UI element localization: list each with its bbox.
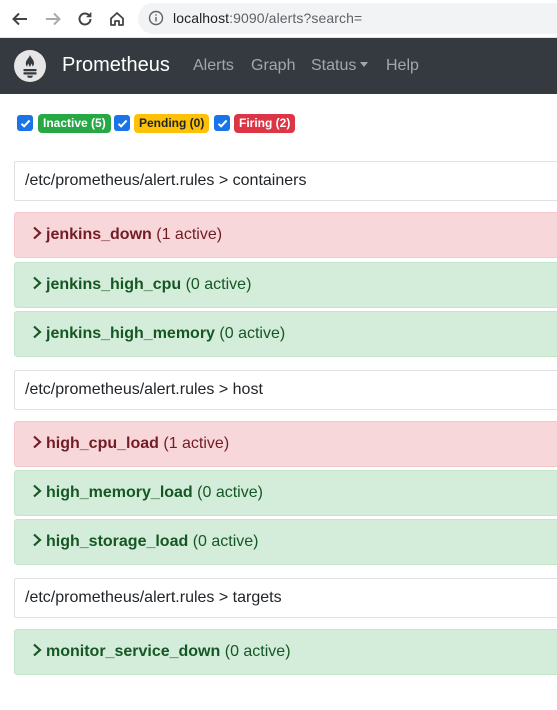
prometheus-logo-icon[interactable] — [14, 50, 46, 82]
chevron-right-icon — [33, 533, 42, 547]
inactive-badge[interactable]: Inactive (5) — [38, 114, 111, 133]
back-button[interactable] — [7, 6, 33, 32]
chevron-right-icon — [33, 484, 42, 498]
alert-rule-row[interactable]: monitor_service_down (0 active) — [14, 629, 557, 675]
alert-rule-row[interactable]: jenkins_down (1 active) — [14, 212, 557, 258]
address-bar[interactable]: localhost:9090/alerts?search= — [138, 3, 557, 34]
arrow-left-icon — [12, 12, 27, 26]
chevron-right-icon — [33, 325, 42, 339]
nav-help[interactable]: Help — [386, 57, 419, 75]
alert-name: high_storage_load — [46, 533, 189, 550]
alert-active-count: (1 active) — [156, 226, 223, 243]
info-icon[interactable] — [148, 10, 164, 26]
nav-status-dropdown[interactable]: Status — [311, 57, 369, 75]
checkmark-icon — [117, 119, 127, 128]
pending-badge[interactable]: Pending (0) — [134, 114, 210, 133]
caret-down-icon — [360, 62, 369, 67]
browser-toolbar: localhost:9090/alerts?search= — [0, 0, 557, 38]
url-path: :9090/alerts?search= — [229, 10, 363, 26]
pending-checkbox[interactable] — [114, 115, 130, 131]
url-text[interactable]: localhost:9090/alerts?search= — [173, 10, 362, 26]
brand-title[interactable]: Prometheus — [62, 54, 170, 77]
alert-name: high_memory_load — [46, 484, 193, 501]
nav-status-label: Status — [311, 57, 357, 74]
alert-rule-row[interactable]: high_memory_load (0 active) — [14, 470, 557, 516]
nav-alerts[interactable]: Alerts — [193, 57, 234, 75]
alert-rule-row[interactable]: jenkins_high_memory (0 active) — [14, 311, 557, 357]
forward-button[interactable] — [40, 6, 66, 32]
navbar: Prometheus Alerts Graph Status Help — [0, 38, 557, 94]
alert-name: jenkins_high_memory — [46, 325, 215, 342]
inactive-checkbox[interactable] — [17, 115, 33, 131]
alert-name: jenkins_high_cpu — [46, 276, 182, 293]
firing-checkbox[interactable] — [214, 115, 230, 131]
alert-name: high_cpu_load — [46, 435, 159, 452]
url-host: localhost — [173, 10, 230, 26]
rule-group-header: /etc/prometheus/alert.rules > targets — [14, 578, 557, 618]
home-button[interactable] — [104, 6, 130, 32]
chevron-right-icon — [33, 276, 42, 290]
alert-active-count: (0 active) — [197, 484, 263, 501]
chevron-right-icon — [33, 643, 42, 657]
checkmark-icon — [20, 119, 30, 128]
firing-badge[interactable]: Firing (2) — [234, 114, 296, 133]
reload-icon — [78, 12, 92, 26]
nav-graph[interactable]: Graph — [251, 57, 295, 75]
home-icon — [110, 12, 124, 26]
alert-active-count: (0 active) — [192, 533, 259, 550]
chevron-right-icon — [33, 226, 42, 240]
checkmark-icon — [217, 119, 227, 128]
rule-group-header: /etc/prometheus/alert.rules > containers — [14, 161, 557, 201]
arrow-right-icon — [46, 12, 61, 26]
alert-active-count: (0 active) — [224, 643, 291, 660]
alert-active-count: (0 active) — [185, 276, 252, 293]
chevron-right-icon — [33, 435, 42, 449]
rule-group-header: /etc/prometheus/alert.rules > host — [14, 370, 557, 410]
alert-active-count: (0 active) — [219, 325, 286, 342]
alert-name: monitor_service_down — [46, 643, 221, 660]
alert-active-count: (1 active) — [163, 435, 230, 452]
alert-rule-row[interactable]: high_cpu_load (1 active) — [14, 421, 557, 467]
alert-rule-row[interactable]: high_storage_load (0 active) — [14, 519, 557, 565]
reload-button[interactable] — [72, 6, 98, 32]
alert-rule-row[interactable]: jenkins_high_cpu (0 active) — [14, 262, 557, 308]
alert-name: jenkins_down — [46, 226, 152, 243]
